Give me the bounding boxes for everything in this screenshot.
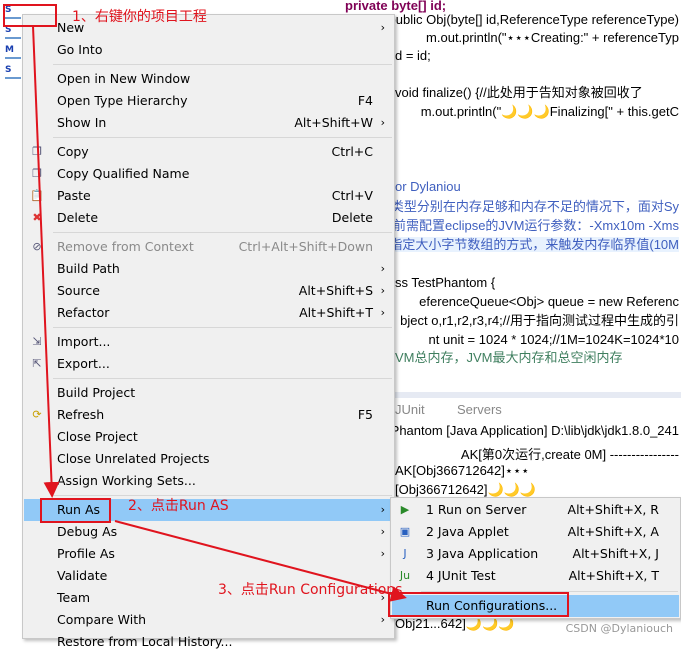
highlight-run-configurations: [388, 592, 569, 617]
arrow-step1: [32, 25, 60, 498]
highlight-run-as: [40, 498, 111, 523]
highlight-project: [3, 4, 57, 27]
annotation-step1: 1、右键你的项目工程: [72, 9, 207, 25]
annotation-step3: 3、点击Run Configurations...: [218, 582, 416, 598]
annotation-arrows: [32, 25, 407, 602]
watermark: CSDN @Dylaniouch: [565, 622, 673, 635]
annotation-step2: 2、点击Run AS: [128, 498, 229, 514]
